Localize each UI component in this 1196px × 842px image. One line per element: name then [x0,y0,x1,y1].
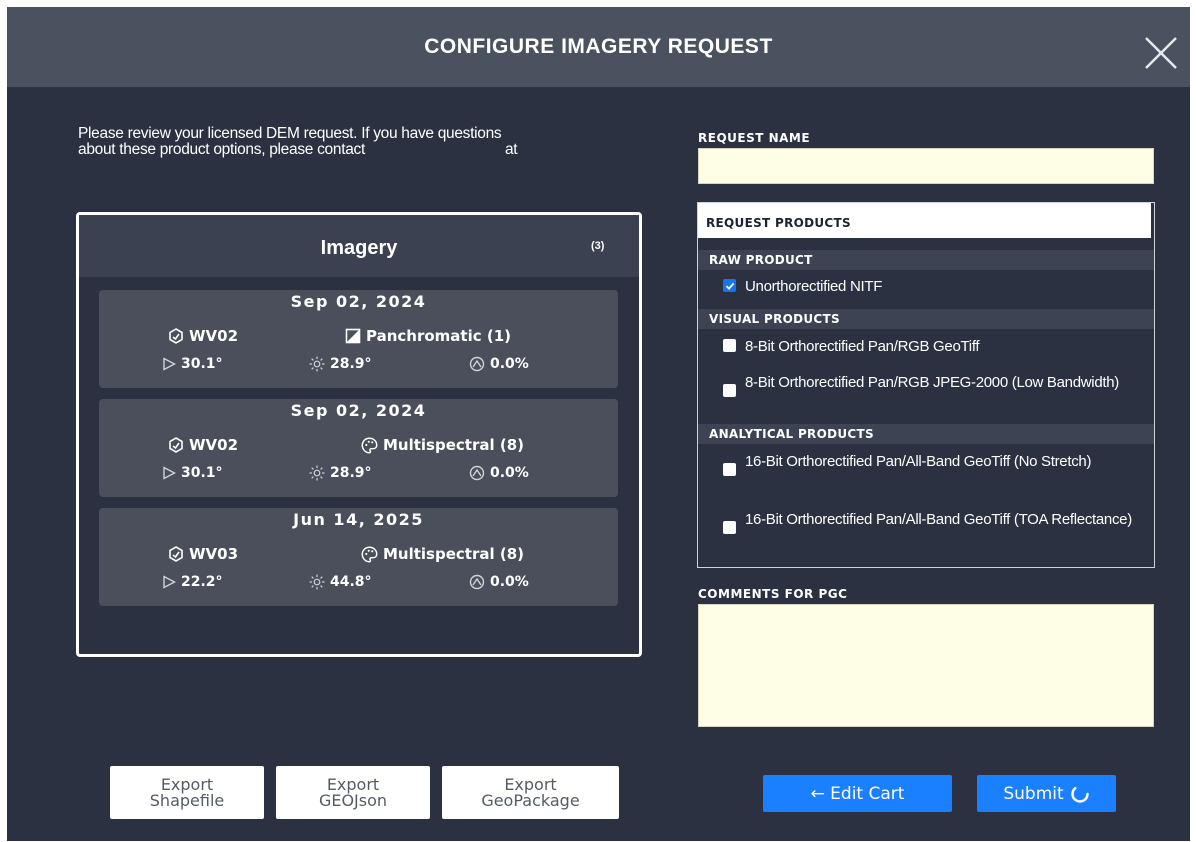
card-band: Panchromatic (1) [366,327,511,345]
intro-line-2: about these product options, please cont… [78,141,365,158]
intro-line-1: Please review your licensed DEM request.… [78,125,502,142]
palette-icon [361,437,378,453]
modal-title: CONFIGURE IMAGERY REQUEST [424,35,773,58]
comments-input[interactable] [698,604,1154,727]
imagery-panel: Imagery (3) Sep 02, 2024 WV02 Panchromat… [76,212,642,657]
cloud-cover-icon [469,574,485,590]
modal-header: CONFIGURE IMAGERY REQUEST [7,7,1190,87]
request-products-panel: REQUEST PRODUCTS RAW PRODUCT Unorthorect… [697,202,1155,568]
edit-cart-label: ← Edit Cart [810,783,905,804]
off-nadir-icon [163,575,176,589]
imagery-panel-header: Imagery (3) [79,215,639,277]
off-nadir-icon [163,466,176,480]
export-geopackage-button[interactable]: Export GeoPackage [442,766,619,819]
option-16bit-toa-reflectance[interactable]: 16-Bit Orthorectified Pan/All-Band GeoTi… [723,512,1143,534]
intro-text: Please review your licensed DEM request.… [78,126,638,158]
card-cloud-cover: 0.0% [490,574,529,590]
option-label: Unorthorectified NITF [745,278,883,295]
card-date: Sep 02, 2024 [290,292,427,311]
card-date: Jun 14, 2025 [293,510,424,529]
group-visual-products: VISUAL PRODUCTS [698,309,1154,329]
card-satellite: WV02 [189,436,239,454]
group-raw-product: RAW PRODUCT [698,250,1154,270]
spinner-icon [1070,784,1089,803]
satellite-icon [169,546,183,562]
satellite-icon [169,437,183,453]
export-format-label: GEOJson [318,790,388,810]
imagery-title: Imagery [320,237,398,259]
export-geojson-button[interactable]: Export GEOJson [276,766,430,819]
group-analytical-products: ANALYTICAL PRODUCTS [698,424,1154,444]
imagery-card[interactable]: Sep 02, 2024 WV02 Multispectral (8) 30.1… [99,399,618,497]
close-icon[interactable] [1143,35,1179,71]
card-date: Sep 02, 2024 [290,401,427,420]
card-off-nadir: 30.1° [181,356,223,372]
imagery-count: (3) [591,240,605,252]
option-label: 16-Bit Orthorectified Pan/All-Band GeoTi… [745,453,1092,470]
imagery-request-modal: CONFIGURE IMAGERY REQUEST Please review … [7,7,1190,841]
card-off-nadir: 22.2° [181,574,223,590]
card-sun-elevation: 44.8° [330,574,372,590]
card-cloud-cover: 0.0% [490,356,529,372]
request-name-input[interactable] [698,148,1154,184]
card-band: Multispectral (8) [383,436,524,454]
option-16bit-no-stretch[interactable]: 16-Bit Orthorectified Pan/All-Band GeoTi… [723,454,1143,476]
check-icon [725,282,734,290]
checkbox[interactable] [723,463,736,476]
off-nadir-icon [163,357,176,371]
cloud-cover-icon [469,465,485,481]
export-format-label: GeoPackage [481,790,580,810]
comments-label: COMMENTS FOR PGC [698,587,848,601]
option-8bit-geotiff[interactable]: 8-Bit Orthorectified Pan/RGB GeoTiff [723,339,1143,355]
intro-line-2-end: at [504,141,518,158]
option-unorthorectified-nitf[interactable]: Unorthorectified NITF [723,279,1143,295]
contact-placeholder [365,142,505,158]
option-label: 8-Bit Orthorectified Pan/RGB GeoTiff [745,338,980,355]
checkbox[interactable] [723,384,736,397]
cloud-cover-icon [469,356,485,372]
edit-cart-button[interactable]: ← Edit Cart [763,775,952,812]
card-off-nadir: 30.1° [181,465,223,481]
submit-button[interactable]: Submit [977,775,1116,812]
imagery-card[interactable]: Sep 02, 2024 WV02 Panchromatic (1) 30.1°… [99,290,618,388]
satellite-icon [169,328,183,344]
card-cloud-cover: 0.0% [490,465,529,481]
checkbox[interactable] [723,521,736,534]
checkbox[interactable] [723,339,736,352]
export-shapefile-button[interactable]: Export Shapefile [110,766,264,819]
imagery-card[interactable]: Jun 14, 2025 WV03 Multispectral (8) 22.2… [99,508,618,606]
checkbox-checked[interactable] [723,279,736,292]
panchromatic-icon [345,328,361,344]
card-satellite: WV03 [189,545,239,563]
request-name-label: REQUEST NAME [698,131,811,145]
palette-icon [361,546,378,562]
option-8bit-jpeg2000[interactable]: 8-Bit Orthorectified Pan/RGB JPEG-2000 (… [723,375,1143,397]
export-format-label: Shapefile [149,790,225,810]
card-band: Multispectral (8) [383,545,524,563]
card-satellite: WV02 [189,327,239,345]
submit-label: Submit [1003,783,1064,804]
request-products-header: REQUEST PRODUCTS [698,203,1151,238]
option-label: 8-Bit Orthorectified Pan/RGB JPEG-2000 (… [745,374,1119,391]
sun-icon [309,574,325,590]
card-sun-elevation: 28.9° [330,356,372,372]
sun-icon [309,356,325,372]
card-sun-elevation: 28.9° [330,465,372,481]
sun-icon [309,465,325,481]
option-label: 16-Bit Orthorectified Pan/All-Band GeoTi… [745,511,1132,528]
